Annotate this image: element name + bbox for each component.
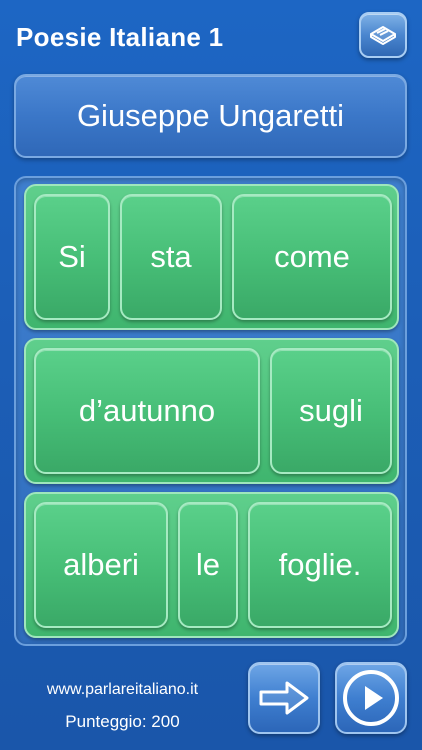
poem-row: alberi le foglie. — [24, 492, 399, 638]
word-tile[interactable]: d’autunno — [34, 348, 260, 474]
word-tile[interactable]: come — [232, 194, 392, 320]
poem-row: d’autunno sugli — [24, 338, 399, 484]
book-menu-button[interactable] — [359, 12, 407, 58]
next-button[interactable] — [248, 662, 320, 734]
word-tile[interactable]: sta — [120, 194, 222, 320]
poem-row: Si sta come — [24, 184, 399, 330]
app-title: Poesie Italiane 1 — [16, 22, 224, 52]
play-button[interactable] — [335, 662, 407, 734]
author-panel: Giuseppe Ungaretti — [14, 74, 407, 158]
word-tile[interactable]: le — [178, 502, 238, 628]
word-tile[interactable]: alberi — [34, 502, 168, 628]
website-link[interactable]: www.parlareitaliano.it — [0, 681, 245, 699]
play-icon — [343, 670, 399, 726]
score-label: Punteggio: 200 — [65, 712, 180, 731]
word-tile[interactable]: foglie. — [248, 502, 392, 628]
book-icon — [370, 26, 396, 45]
poem-board: Si sta come d’autunno sugli alberi le fo… — [14, 176, 407, 646]
word-tile[interactable]: Si — [34, 194, 110, 320]
arrow-right-icon — [259, 681, 309, 715]
word-tile[interactable]: sugli — [270, 348, 392, 474]
author-name: Giuseppe Ungaretti — [76, 98, 345, 133]
